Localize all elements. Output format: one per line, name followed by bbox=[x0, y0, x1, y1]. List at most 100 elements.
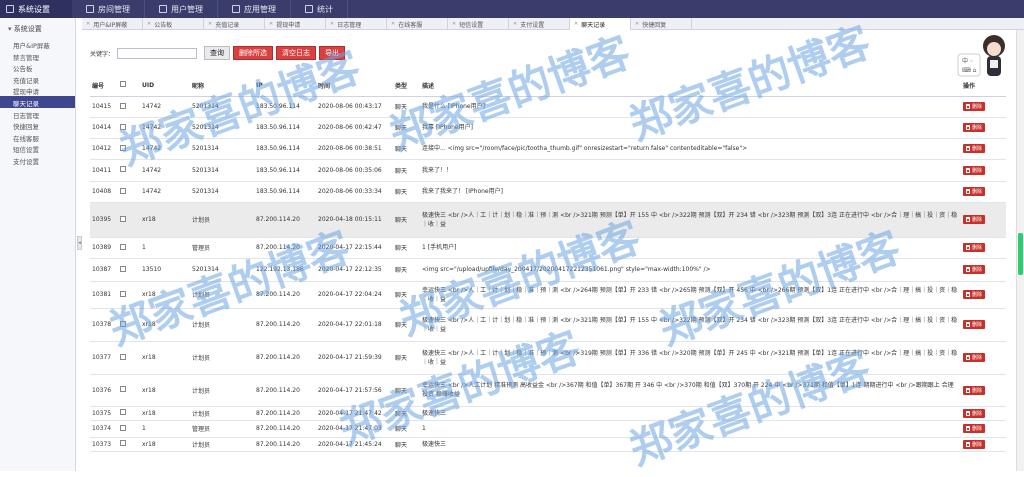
page-scrollbar[interactable] bbox=[1016, 30, 1024, 471]
chat-log-table: 编号 UID 昵称 IP 时间 类型 描述 操作 10415 14742 52013… bbox=[90, 75, 1006, 452]
cell-ip: 183.50.96.114 bbox=[254, 96, 316, 118]
cell-id: 10375 bbox=[90, 406, 118, 421]
cell-select bbox=[118, 406, 140, 421]
delete-button[interactable]: 删除 bbox=[963, 353, 986, 362]
row-checkbox[interactable] bbox=[120, 215, 126, 222]
delete-button[interactable]: 删除 bbox=[963, 165, 986, 175]
tab[interactable]: ✕ 日志管理 bbox=[326, 18, 387, 30]
delete-label: 删除 bbox=[972, 267, 983, 273]
cell-description: 极速快三 <br />人｜工｜计｜划｜稳｜准｜预｜测 <br />319期 预测… bbox=[420, 341, 961, 375]
delete-button[interactable]: 删除 bbox=[963, 123, 986, 132]
delete-button[interactable]: 删除 bbox=[963, 408, 986, 418]
trash-icon bbox=[966, 387, 970, 393]
cell-id: 10378 bbox=[90, 308, 118, 342]
cell-type: 聊天 bbox=[393, 237, 420, 259]
tab[interactable]: ✕ 充值记录 bbox=[204, 18, 265, 30]
tab-close-icon[interactable]: ✕ bbox=[208, 21, 212, 27]
clear-log-button[interactable]: 清空日志 bbox=[276, 46, 317, 60]
row-checkbox[interactable] bbox=[120, 409, 126, 415]
delete-button[interactable]: 删除 bbox=[963, 187, 986, 196]
delete-button[interactable]: 删除 bbox=[963, 243, 986, 252]
sidebar-item[interactable]: 短信设置 bbox=[0, 142, 75, 154]
tab-close-icon[interactable]: ✕ bbox=[330, 21, 334, 27]
cell-type: 聊天 bbox=[393, 308, 420, 342]
tab-close-icon[interactable]: ✕ bbox=[86, 21, 90, 27]
sidebar-item[interactable]: 公告板 bbox=[0, 61, 75, 73]
sidebar-item[interactable]: 在线客服 bbox=[0, 131, 75, 143]
top-menu-statistics[interactable]: 统计 bbox=[291, 0, 348, 18]
tab-close-icon[interactable]: ✕ bbox=[452, 21, 456, 27]
col-select-all[interactable] bbox=[118, 75, 140, 97]
sidebar-item[interactable]: 提现申请 bbox=[0, 84, 75, 96]
delete-selected-button[interactable]: 删除所选 bbox=[233, 46, 274, 60]
row-checkbox[interactable] bbox=[120, 265, 126, 272]
delete-button[interactable]: 删除 bbox=[963, 439, 986, 449]
table-header: 编号 UID 昵称 IP 时间 类型 描述 操作 bbox=[90, 75, 1006, 97]
trash-icon bbox=[966, 441, 970, 447]
cell-nickname: 计划员 bbox=[190, 341, 254, 375]
row-checkbox[interactable] bbox=[120, 102, 126, 109]
row-checkbox[interactable] bbox=[120, 243, 126, 250]
row-checkbox[interactable] bbox=[120, 424, 126, 431]
cell-id: 10377 bbox=[90, 341, 118, 375]
cell-select bbox=[118, 374, 140, 407]
row-checkbox[interactable] bbox=[120, 144, 126, 151]
tab-close-icon[interactable]: ✕ bbox=[269, 21, 273, 27]
query-button[interactable]: 查询 bbox=[204, 46, 231, 60]
row-checkbox[interactable] bbox=[120, 290, 126, 297]
delete-button[interactable]: 删除 bbox=[963, 290, 986, 299]
table-row: 10377 xr18 计划员 87.200.114.20 2020-04-17 21:5… bbox=[90, 341, 1006, 375]
tab-close-icon[interactable]: ✕ bbox=[574, 21, 578, 27]
row-checkbox[interactable] bbox=[120, 320, 126, 327]
sidebar-item[interactable]: 充值记录 bbox=[0, 73, 75, 85]
tab[interactable]: ✕ 在线客服 bbox=[387, 18, 448, 30]
tab[interactable]: ✕ 短信设置 bbox=[448, 18, 509, 30]
row-checkbox[interactable] bbox=[120, 440, 126, 446]
delete-button[interactable]: 删除 bbox=[963, 424, 986, 433]
tab-close-icon[interactable]: ✕ bbox=[147, 21, 151, 27]
sidebar-item[interactable]: 聊天记录 bbox=[0, 95, 75, 108]
sidebar-section-title[interactable]: 系统设置 bbox=[0, 18, 75, 38]
row-checkbox[interactable] bbox=[120, 123, 126, 130]
top-menu-user-management[interactable]: 用户管理 bbox=[145, 0, 218, 18]
cell-select bbox=[118, 159, 140, 182]
sidebar-item[interactable]: 支付设置 bbox=[0, 154, 75, 166]
tab-close-icon[interactable]: ✕ bbox=[635, 21, 639, 27]
tab[interactable]: ✕ 公告板 bbox=[143, 18, 204, 30]
keyword-input[interactable] bbox=[117, 47, 198, 59]
sidebar-item[interactable]: 日志管理 bbox=[0, 108, 75, 120]
export-button[interactable]: 导出 bbox=[319, 46, 346, 60]
tab[interactable]: ✕ 提现申请 bbox=[265, 18, 326, 30]
row-checkbox[interactable] bbox=[120, 353, 126, 360]
top-menu-app-management[interactable]: 应用管理 bbox=[218, 0, 291, 18]
svg-text:中 ◦: 中 ◦ bbox=[962, 57, 973, 65]
row-checkbox[interactable] bbox=[120, 187, 126, 194]
delete-label: 删除 bbox=[972, 245, 983, 251]
cell-uid: xr18 bbox=[140, 374, 190, 407]
tab[interactable]: ✕ 聊天记录 bbox=[570, 18, 631, 30]
tab-close-icon[interactable]: ✕ bbox=[513, 21, 517, 27]
row-checkbox[interactable] bbox=[120, 386, 126, 392]
tab-label: 充值记录 bbox=[215, 21, 240, 29]
delete-button[interactable]: 删除 bbox=[963, 265, 986, 274]
tab[interactable]: ✕ 快捷回复 bbox=[631, 18, 692, 30]
sidebar-collapse-icon[interactable]: ◂ bbox=[77, 236, 82, 250]
tab[interactable]: ✕ 支付设置 bbox=[509, 18, 570, 30]
delete-button[interactable]: 删除 bbox=[963, 320, 986, 329]
tab-close-icon[interactable]: ✕ bbox=[391, 21, 395, 27]
select-all-checkbox[interactable] bbox=[120, 81, 126, 88]
scrollbar-thumb[interactable] bbox=[1018, 233, 1023, 275]
delete-button[interactable]: 删除 bbox=[963, 215, 986, 224]
delete-button[interactable]: 删除 bbox=[963, 144, 986, 153]
top-menu-room-management[interactable]: 房间管理 bbox=[72, 0, 145, 18]
sidebar-item[interactable]: 用户&IP屏蔽 bbox=[0, 38, 75, 50]
brand-system-settings[interactable]: 系统设置 bbox=[0, 0, 72, 18]
mascot-widget[interactable]: 中 ◦ ⌨ ⌂ bbox=[956, 32, 1016, 84]
sidebar-item[interactable]: 快捷回复 bbox=[0, 119, 75, 131]
tab[interactable]: ✕ 用户&IP屏蔽 bbox=[82, 18, 143, 30]
delete-button[interactable]: 删除 bbox=[963, 385, 986, 395]
sidebar-item[interactable]: 禁言管理 bbox=[0, 50, 75, 62]
cell-type: 聊天 bbox=[393, 117, 420, 139]
delete-button[interactable]: 删除 bbox=[963, 102, 986, 111]
row-checkbox[interactable] bbox=[120, 166, 126, 172]
